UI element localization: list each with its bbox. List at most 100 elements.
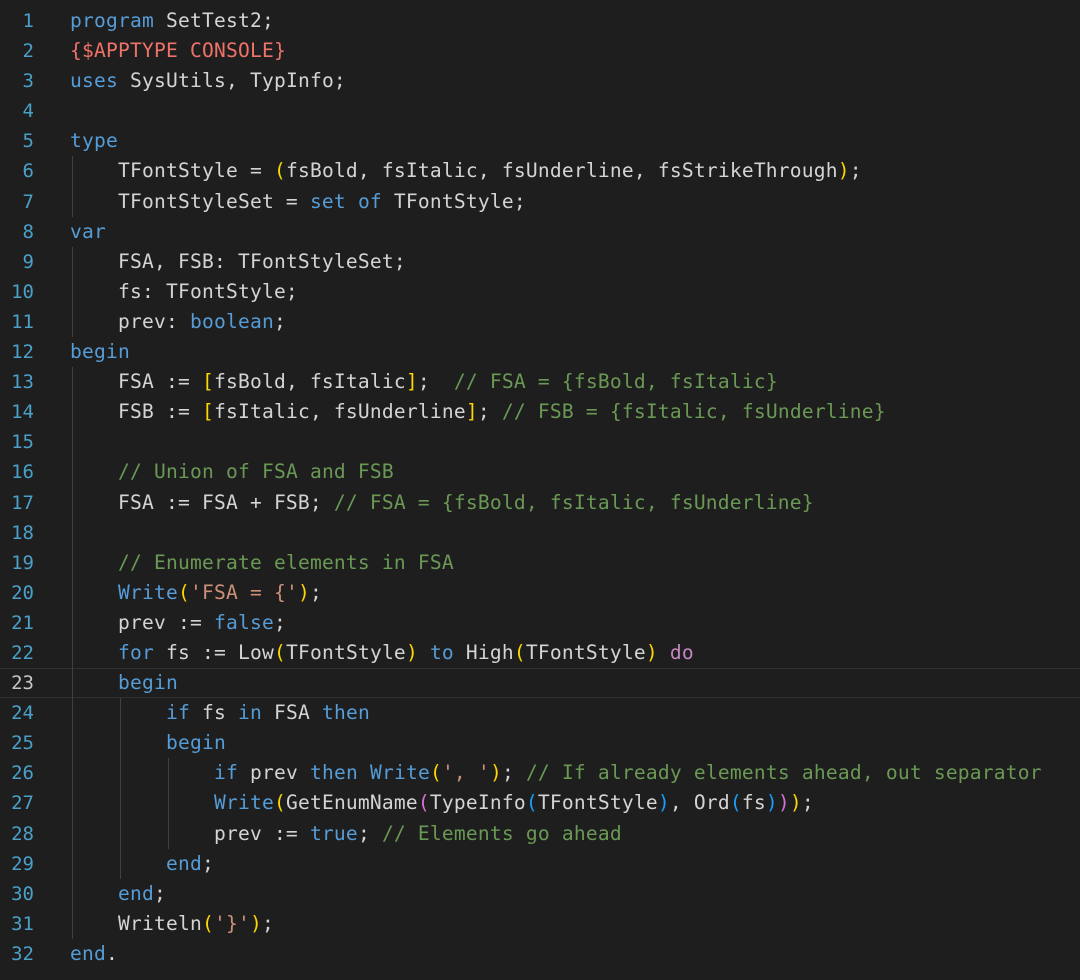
code-line[interactable]: 32 end. [0,939,1080,969]
code-token: var [70,219,106,243]
code-text: program SetTest2; [70,6,274,36]
code-token: // FSA = {fsBold, fsItalic, fsUnderline} [333,490,814,514]
code-token: ) [765,791,778,815]
code-text: FSA := FSA + FSB; // FSA = {fsBold, fsIt… [70,488,814,518]
code-token: fs [741,791,766,815]
code-text: Write('FSA = {'); [70,578,322,608]
code-token: ; [417,370,454,394]
code-line[interactable]: 27 Write(GetEnumName(TypeInfo(TFontStyle… [0,788,1080,819]
code-token: FSA, FSB: TFontStyleSet; [70,249,406,273]
code-token: ( [429,761,442,785]
code-line[interactable]: 21 prev := false; [0,607,1080,638]
code-line[interactable]: 2 {$APPTYPE CONSOLE} [0,36,1080,66]
code-token: , Ord [669,791,730,815]
code-token: [ [201,370,214,394]
code-text: begin [70,668,178,698]
code-text: uses SysUtils, TypInfo; [70,66,346,96]
code-line[interactable]: 26 if prev then Write(', '); // If alrea… [0,758,1080,789]
line-number: 2 [22,40,34,63]
code-line[interactable]: 17 FSA := FSA + FSB; // FSA = {fsBold, f… [0,487,1080,518]
code-line[interactable]: 9 FSA, FSB: TFontStyleSet; [0,246,1080,277]
code-token: boolean [189,309,274,333]
code-line[interactable]: 28 prev := true; // Elements go ahead [0,818,1080,849]
line-number: 9 [22,250,34,273]
code-token: ) [657,791,670,815]
code-line[interactable]: 7 TFontStyleSet = set of TFontStyle; [0,186,1080,217]
line-number: 24 [11,702,34,725]
code-token: TFontStyle = [70,159,274,183]
code-token: ( [201,911,214,935]
code-line[interactable]: 8 var [0,217,1080,247]
code-line[interactable]: 15 [0,427,1080,458]
code-token: then [321,701,370,725]
code-token: then [309,761,358,785]
code-token: ', ' [441,761,490,785]
code-token: ] [405,370,418,394]
code-token: prev := [70,821,310,845]
code-token: begin [165,731,226,755]
code-line[interactable]: 11 prev: boolean; [0,306,1080,338]
code-token: // FSA = {fsBold, fsItalic} [453,370,778,394]
code-token: end [118,881,154,905]
code-text: begin [70,337,130,367]
code-token: begin [118,671,178,695]
code-token: ( [525,791,538,815]
code-line[interactable]: 3 uses SysUtils, TypInfo; [0,66,1080,96]
code-line[interactable]: 30 end; [0,878,1080,909]
code-token: ( [273,159,286,183]
line-number: 6 [22,160,34,183]
code-token: ; [357,821,382,845]
code-editor[interactable]: 1 program SetTest2; 2 {$APPTYPE CONSOLE} 3 us… [0,6,1080,980]
code-token: of [357,189,382,213]
code-line[interactable]: 12 begin [0,337,1080,367]
line-number: 25 [11,732,34,755]
code-token: if [165,701,190,725]
code-line[interactable]: 1 program SetTest2; [0,6,1080,36]
code-text: FSA := [fsBold, fsItalic]; // FSA = {fsB… [70,367,778,397]
code-line[interactable]: 19 // Enumerate elements in FSA [0,547,1080,578]
code-token: ; [801,791,814,815]
line-number: 20 [11,581,34,604]
code-line[interactable]: 29 end; [0,848,1080,879]
code-line[interactable]: 5 type [0,126,1080,156]
code-line[interactable]: 14 FSB := [fsItalic, fsUnderline]; // FS… [0,397,1080,428]
code-lines: 1 program SetTest2; 2 {$APPTYPE CONSOLE} 3 us… [0,6,1080,969]
code-token: ( [513,640,526,664]
code-token: true [309,821,358,845]
code-token: GetEnumName [285,791,418,815]
code-line[interactable]: 13 FSA := [fsBold, fsItalic]; // FSA = {… [0,367,1080,398]
code-text: {$APPTYPE CONSOLE} [70,36,286,66]
line-number: 29 [11,852,34,875]
code-token: fsItalic, fsUnderline [213,400,466,424]
code-line[interactable]: 6 TFontStyle = (fsBold, fsItalic, fsUnde… [0,156,1080,187]
code-token: {$APPTYPE CONSOLE} [70,39,286,63]
code-text: FSA, FSB: TFontStyleSet; [70,247,406,277]
code-line[interactable]: 22 for fs := Low(TFontStyle) to High(TFo… [0,637,1080,669]
code-token: TFontStyle [525,640,646,664]
code-line[interactable]: 23 begin [0,668,1080,699]
code-line[interactable]: 16 // Union of FSA and FSB [0,457,1080,488]
code-token: FSA := FSA + FSB; [70,490,334,514]
code-line[interactable]: 31 Writeln('}'); [0,908,1080,939]
code-token: ; [273,610,286,634]
line-number: 17 [11,491,34,514]
line-number: 26 [11,762,34,785]
code-line[interactable]: 4 [0,96,1080,126]
code-token: Write [213,791,274,815]
line-number: 19 [11,551,34,574]
code-line[interactable]: 24 if fs in FSA then [0,698,1080,729]
code-line[interactable]: 25 begin [0,728,1080,759]
code-line[interactable]: 18 [0,517,1080,548]
code-token: ) [249,911,262,935]
code-text: TFontStyle = (fsBold, fsItalic, fsUnderl… [70,156,862,186]
code-line[interactable]: 10 fs: TFontStyle; [0,276,1080,307]
code-line[interactable]: 20 Write('FSA = {'); [0,577,1080,608]
code-token: fs := Low [154,640,274,664]
code-token: TFontStyleSet = [70,189,310,213]
code-token: fsBold, fsItalic [213,370,406,394]
code-token: end [70,941,106,965]
